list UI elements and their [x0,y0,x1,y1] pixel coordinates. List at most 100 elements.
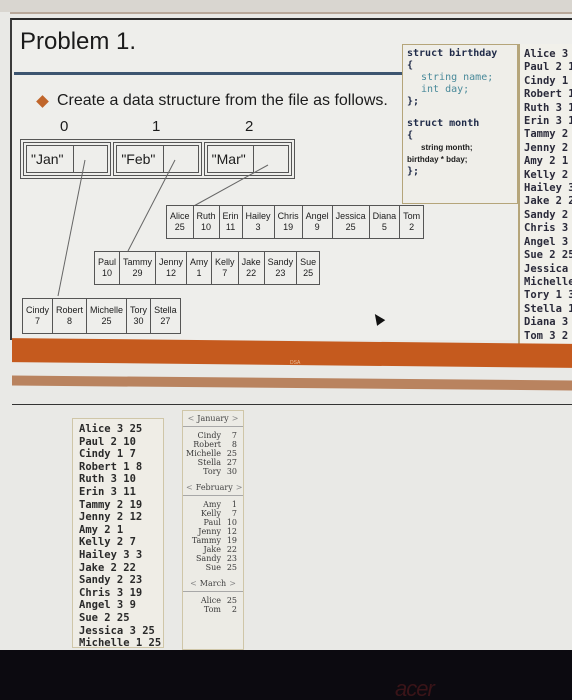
text-line: Tammy 2 19 [79,498,143,511]
pointer-arrow-mar [191,164,269,208]
text-line: Diana 3 5 [524,316,572,329]
node-name: Sandy [267,257,294,267]
code-line: string name; [421,72,494,83]
entry-name: Tory [203,467,221,476]
entry-name: Amy [203,500,221,509]
birthday-node: Alice 25 [167,206,194,238]
birthday-node: Hailey 3 [243,206,275,238]
text-line: Sandy 2 23 [79,574,143,587]
text-line: Amy 2 1 [79,523,124,536]
node-day: 25 [174,222,185,232]
birthday-node: Angel 9 [303,206,333,238]
birthday-node: Tory 30 [127,299,152,333]
prev-month-button[interactable]: < [183,483,196,492]
console-output[interactable]: Alice 3 25 Paul 2 10 Cindy 1 7 Robert 1 8 Ru… [72,418,164,649]
birthday-entry: Michelle 25 [183,449,243,458]
text-line: Kelly 2 7 [524,168,572,181]
entry-day: 30 [226,467,237,476]
birthday-entry: Sue 25 [183,563,243,572]
birthday-entry: Robert 8 [183,440,243,449]
node-day: 27 [160,316,171,326]
node-day: 23 [275,268,286,278]
code-line: }; [407,166,420,177]
code-line: }; [407,96,420,107]
entry-day: 2 [231,605,237,614]
entry-name: Robert [193,440,221,449]
node-day: 29 [132,268,143,278]
footer-label: DSA [290,360,301,366]
node-day: 12 [166,268,177,278]
birthday-entry: Stella 27 [183,458,243,467]
month-label: February [195,483,233,492]
node-day: 10 [201,222,212,232]
birthday-entry: Sandy 23 [183,554,243,563]
text-line: Jenny 2 12 [79,511,143,524]
code-line: string month; [421,143,473,152]
entry-name: Michelle [186,449,221,458]
node-day: 25 [101,316,112,326]
entry-day: 19 [226,536,237,545]
node-day: 3 [255,222,261,232]
entry-day: 8 [231,440,237,449]
text-line: Tammy 2 19 [524,128,572,141]
taskbar-strip [12,375,572,391]
march-birthday-array: Alice 25 Ruth 10 Erin 11 Hailey 3 Chris 19 Angel 9 J… [166,205,425,239]
node-name: Tom [403,211,421,221]
text-line: Tory 1 30 [524,289,572,302]
node-day: 30 [133,316,144,326]
node-name: Tory [130,305,148,315]
text-line: Chris 3 19 [79,586,143,599]
next-month-button[interactable]: > [229,414,242,423]
month-header: < March > [183,576,243,592]
birthday-entry: Jake 22 [183,545,243,554]
birthday-entry: Amy 1 [183,500,243,509]
text-line: Chris 3 19 [524,222,572,235]
january-birthday-array: Cindy 7 Robert 8 Michelle 25 Tory 30 Stella 27 [22,298,181,334]
text-line: Ruth 3 10 [79,473,136,486]
node-day: 22 [246,268,257,278]
birthday-node: Jessica 25 [333,206,370,238]
node-day: 7 [35,316,41,326]
birthday-node: Ruth 10 [194,206,220,238]
entry-name: Stella [197,458,221,467]
code-line: int day; [421,84,470,95]
entry-name: Alice [200,596,221,605]
entry-day: 22 [226,545,237,554]
code-line: struct month [407,118,480,129]
text-line: Sue 2 25 [524,249,572,262]
birthday-node: Amy 1 [187,252,213,284]
node-day: 8 [67,316,73,326]
birthday-node: Diana 5 [370,206,401,238]
entry-name: Tom [203,605,221,614]
prev-month-button[interactable]: < [187,579,200,588]
node-name: Chris [277,211,299,221]
next-month-button[interactable]: > [233,483,243,492]
month-header: < February > [183,480,243,496]
birthday-node: Erin 11 [220,206,243,238]
text-line: Paul 2 10 [524,61,572,74]
entry-name: Jake [203,545,221,554]
node-name: Diana [372,211,397,221]
next-month-button[interactable]: > [226,579,239,588]
text-line: Angel 3 9 [79,599,136,612]
entry-name: Kelly [200,509,221,518]
text-line: Jessica 3 25 [79,624,155,637]
birthday-node: Jake 22 [239,252,265,284]
node-name: Michelle [90,305,124,315]
node-name: Alice [170,211,190,221]
birthday-entry: Tory 30 [183,467,243,476]
entry-day: 25 [226,596,237,605]
month-list-view[interactable]: < January > Cindy 7 Robert 8 Michelle 25 Stella 27… [182,410,244,650]
text-line: Sue 2 25 [79,611,130,624]
monitor-bezel [0,650,572,700]
birthday-node: Kelly 7 [212,252,239,284]
text-line: Stella 1 27 [524,302,572,315]
entry-name: Jenny [198,527,221,536]
node-name: Tammy [123,257,153,267]
birthday-entry: Paul 10 [183,518,243,527]
pointer-arrow-jan [57,159,86,297]
entry-name: Sandy [195,554,221,563]
code-line: birthday * bday; [407,155,468,164]
prev-month-button[interactable]: < [185,414,198,423]
code-line: struct birthday [407,48,498,59]
